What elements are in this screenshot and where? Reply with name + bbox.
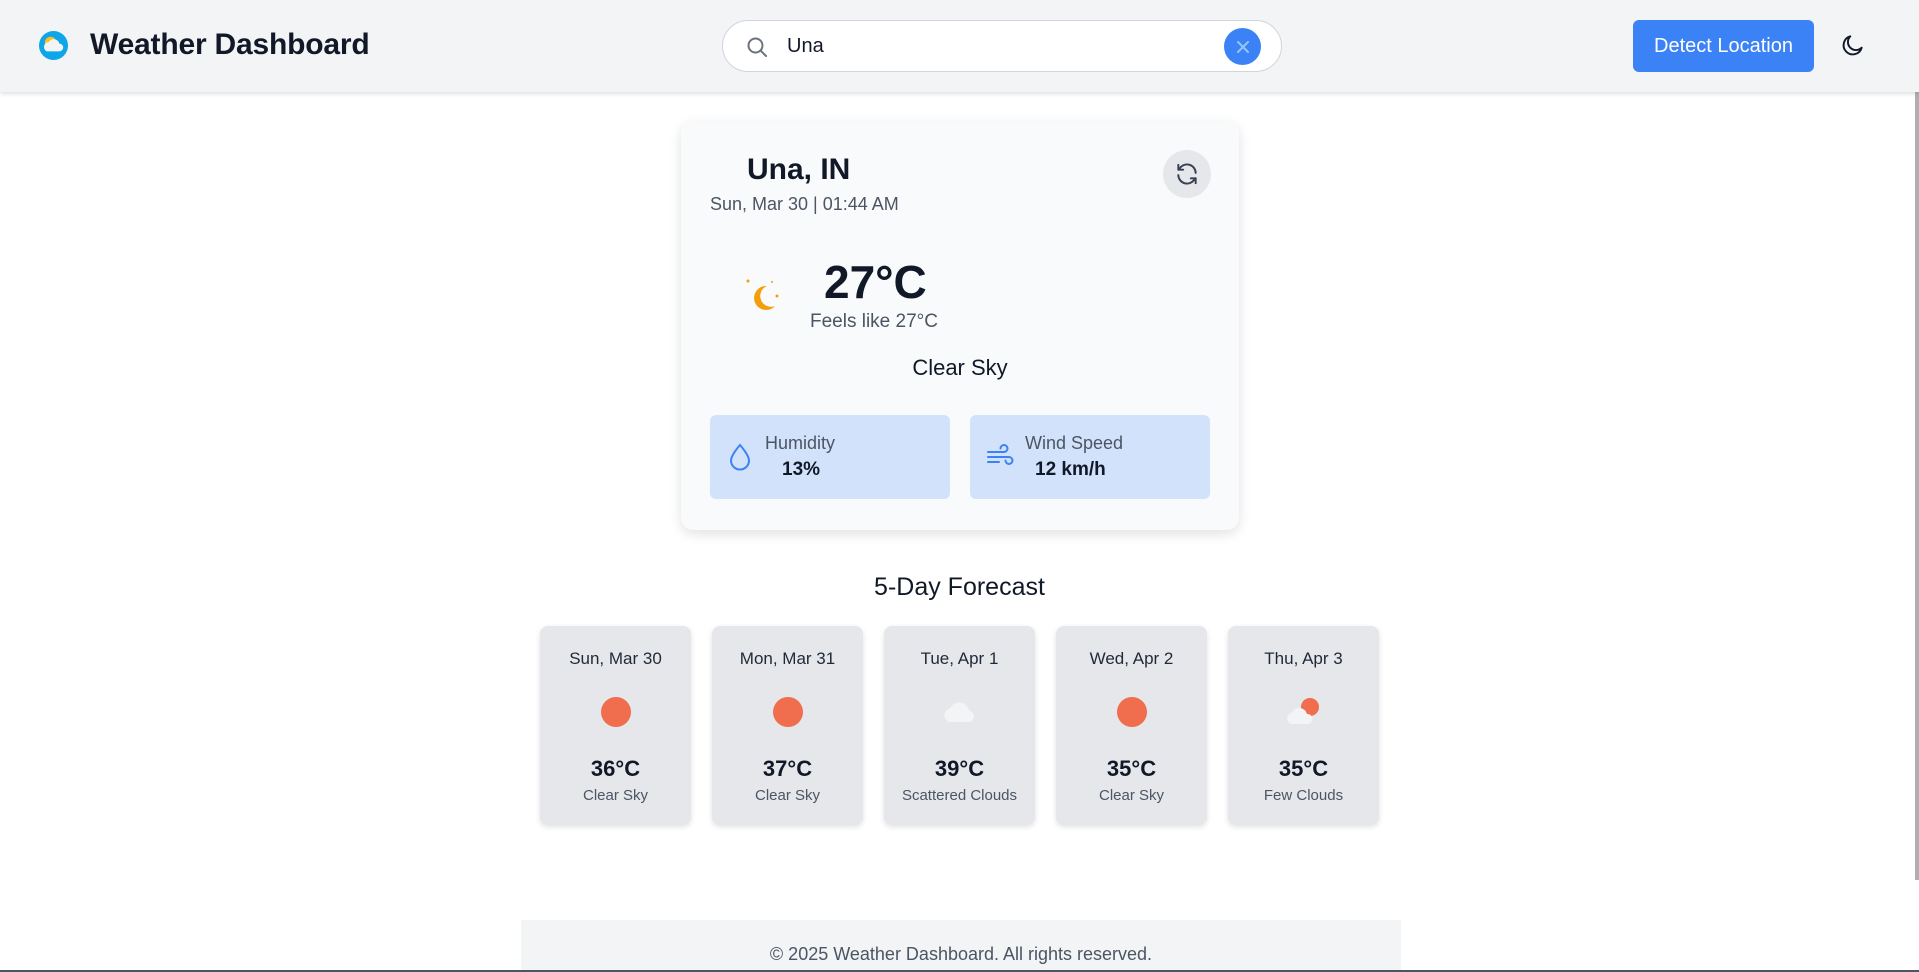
wind-panel: Wind Speed 12 km/h <box>970 415 1210 499</box>
app-header: Weather Dashboard Detect Location <box>0 0 1919 92</box>
forecast-card: Thu, Apr 3 35°C Few Clouds <box>1228 626 1379 825</box>
app-title: Weather Dashboard <box>90 28 370 61</box>
forecast-card: Sun, Mar 30 36°C Clear Sky <box>540 626 691 825</box>
wind-value: 12 km/h <box>1035 459 1106 480</box>
feels-like: Feels like 27°C <box>810 311 938 332</box>
weather-logo-icon <box>38 30 69 60</box>
footer: © 2025 Weather Dashboard. All rights res… <box>521 920 1401 972</box>
sun-icon <box>773 697 803 727</box>
humidity-panel: Humidity 13% <box>710 415 950 499</box>
forecast-temp: 35°C <box>1106 756 1157 781</box>
forecast-day: Sun, Mar 30 <box>569 649 662 668</box>
close-icon <box>1236 40 1249 53</box>
search-icon <box>747 37 767 57</box>
current-weather-card: Una, IN Sun, Mar 30 | 01:44 AM 27°C Feel… <box>681 121 1239 530</box>
forecast-day: Mon, Mar 31 <box>739 649 836 668</box>
sun-icon <box>1117 697 1147 727</box>
droplet-icon <box>729 443 751 471</box>
sun-cloud-icon <box>1287 698 1319 724</box>
detect-location-button[interactable]: Detect Location <box>1633 20 1814 72</box>
local-datetime: Sun, Mar 30 | 01:44 AM <box>710 194 899 214</box>
wind-label: Wind Speed <box>1025 433 1124 453</box>
weather-condition: Clear Sky <box>912 355 1008 380</box>
city-name: Una, IN <box>747 153 851 186</box>
scrollbar[interactable] <box>1915 0 1919 880</box>
forecast-temp: 37°C <box>762 756 813 781</box>
cloud-icon <box>944 702 974 722</box>
forecast-condition: Scattered Clouds <box>901 787 1018 804</box>
forecast-card: Mon, Mar 31 37°C Clear Sky <box>712 626 863 825</box>
refresh-button[interactable] <box>1163 150 1211 198</box>
refresh-icon <box>1177 163 1197 185</box>
forecast-card: Wed, Apr 2 35°C Clear Sky <box>1056 626 1207 825</box>
humidity-value: 13% <box>782 459 821 480</box>
sun-icon <box>601 697 631 727</box>
copyright-text: © 2025 Weather Dashboard. All rights res… <box>769 944 1153 964</box>
forecast-day: Wed, Apr 2 <box>1089 649 1174 668</box>
forecast-condition: Clear Sky <box>754 787 821 804</box>
wind-icon <box>987 444 1014 465</box>
forecast-temp: 35°C <box>1278 756 1329 781</box>
forecast-card: Tue, Apr 1 39°C Scattered Clouds <box>884 626 1035 825</box>
clear-night-icon <box>746 279 779 310</box>
search-bar <box>722 20 1282 72</box>
search-input[interactable] <box>787 31 1187 61</box>
forecast-temp: 39°C <box>934 756 985 781</box>
current-temperature: 27°C <box>824 256 927 308</box>
clear-search-button[interactable] <box>1224 28 1261 65</box>
forecast-condition: Clear Sky <box>582 787 649 804</box>
forecast-title: 5-Day Forecast <box>874 573 1045 601</box>
dark-mode-toggle-moon-icon[interactable] <box>1840 32 1866 58</box>
forecast-condition: Clear Sky <box>1098 787 1165 804</box>
forecast-day: Tue, Apr 1 <box>920 649 999 668</box>
forecast-temp: 36°C <box>590 756 641 781</box>
brand: Weather Dashboard <box>38 28 370 62</box>
humidity-label: Humidity <box>765 433 836 453</box>
forecast-condition: Few Clouds <box>1263 787 1344 804</box>
forecast-day: Thu, Apr 3 <box>1264 649 1343 668</box>
